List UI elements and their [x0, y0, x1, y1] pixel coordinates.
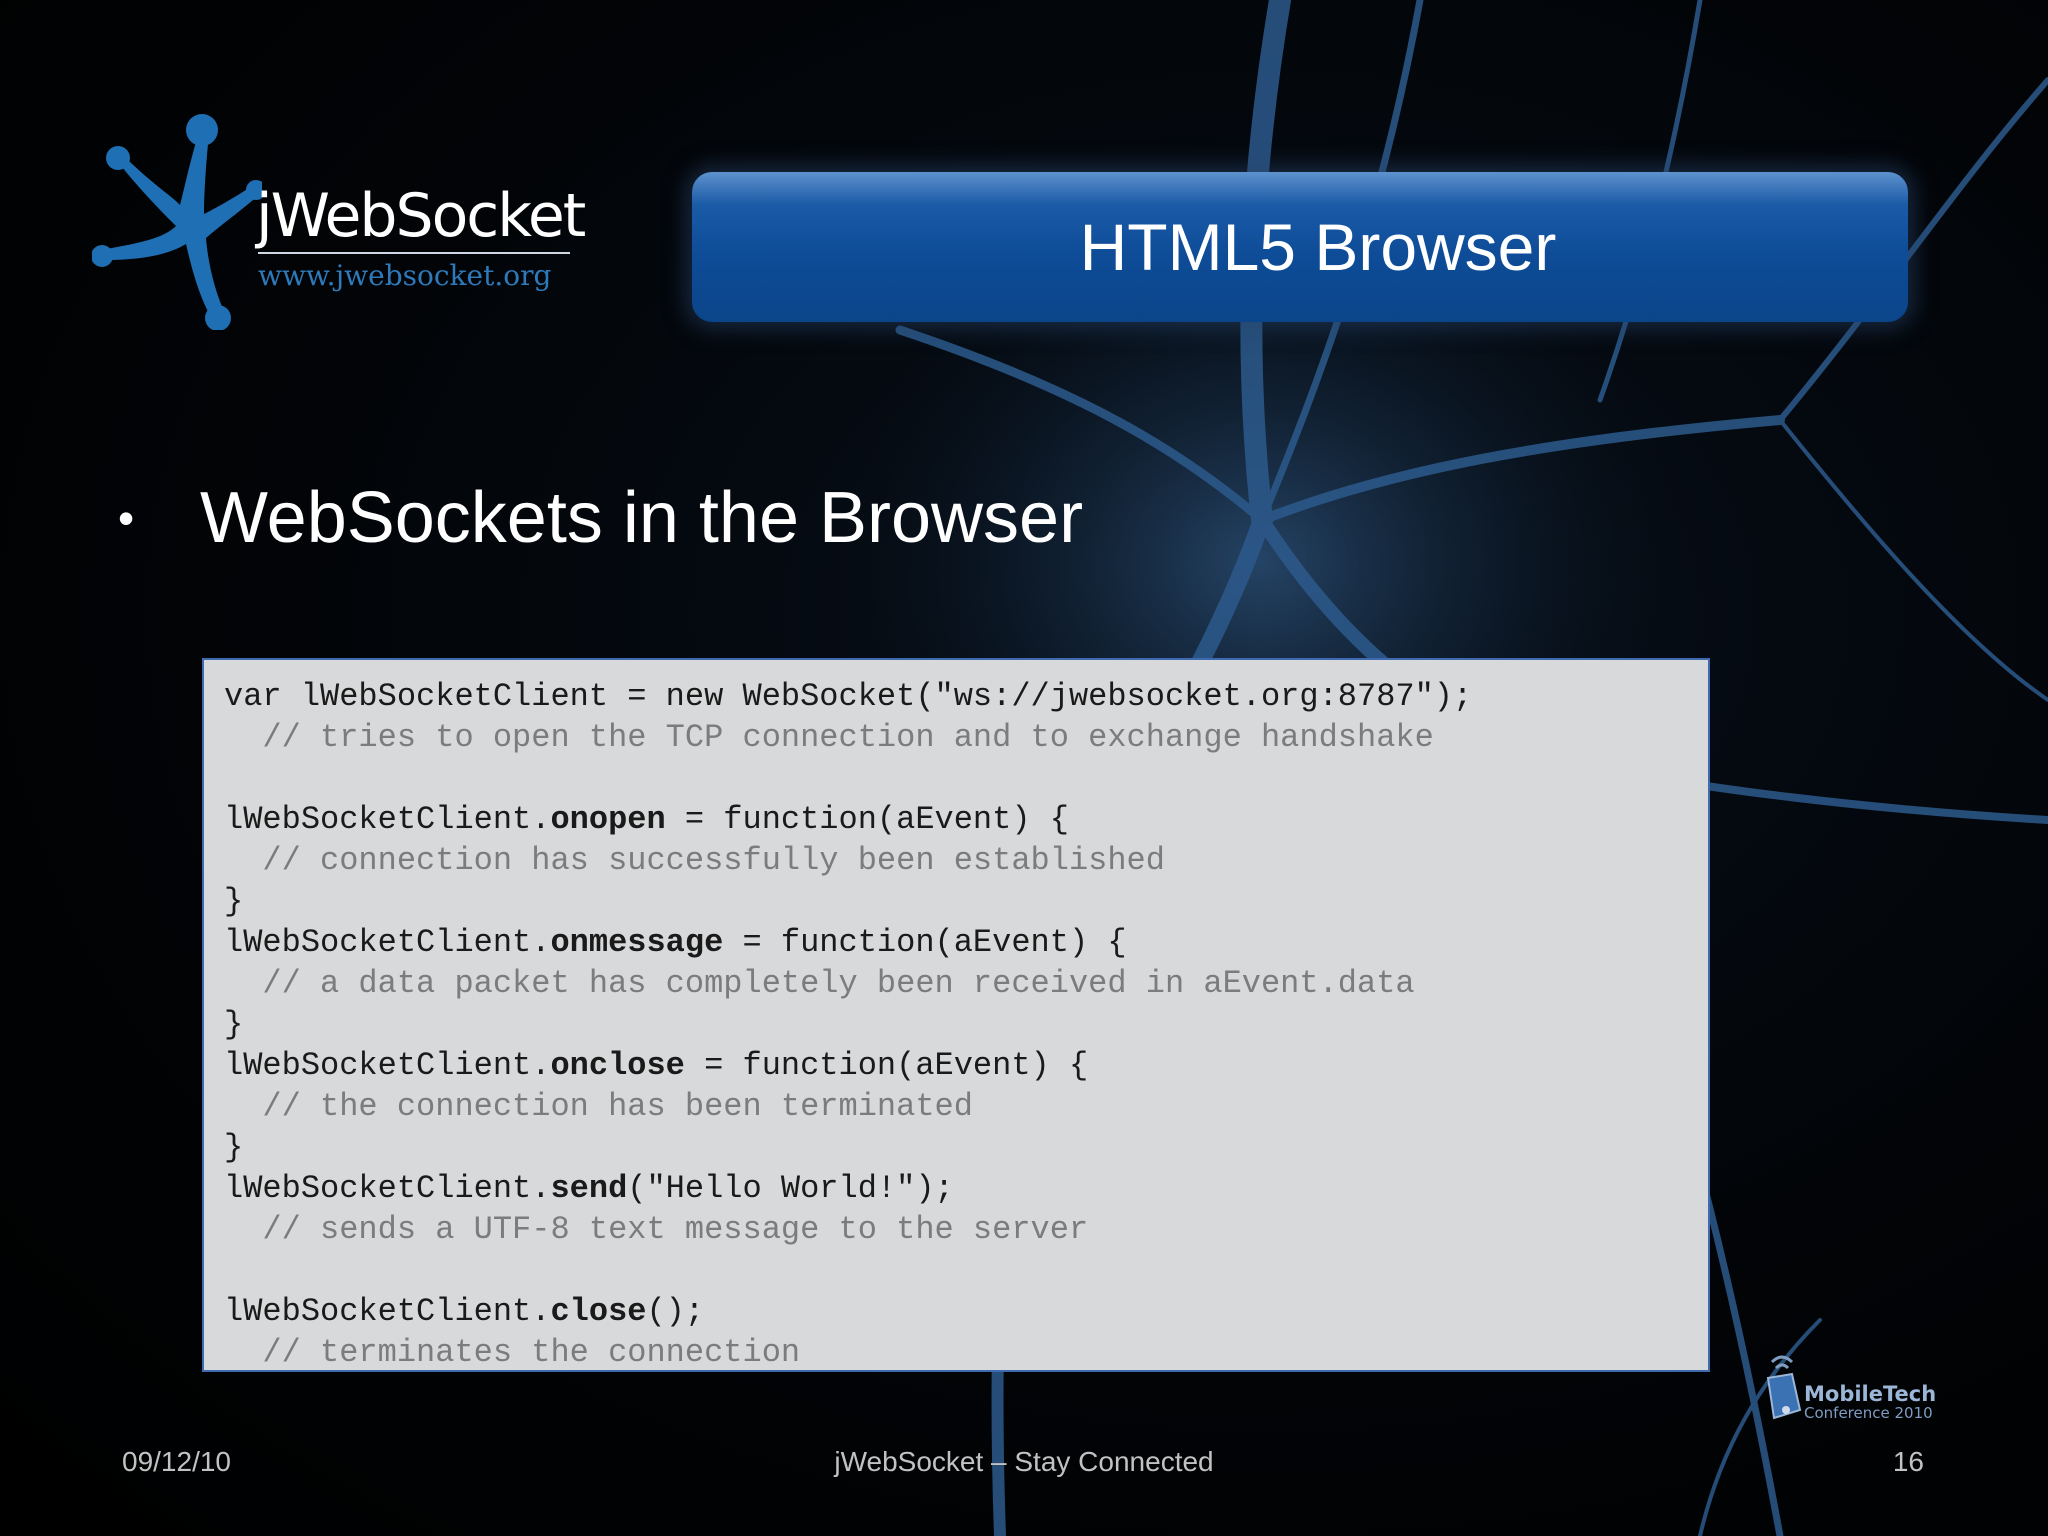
code-keyword: onmessage — [550, 924, 724, 961]
code-comment: // connection has successfully been esta… — [224, 842, 1165, 879]
code-block: var lWebSocketClient = new WebSocket("ws… — [202, 658, 1710, 1372]
slide: jWebSocket www.jwebsocket.org HTML5 Brow… — [0, 0, 2048, 1536]
code-object: lWebSocketClient. — [224, 1293, 551, 1330]
code-object: lWebSocketClient. — [224, 924, 551, 961]
code-comment: // the connection has been terminated — [224, 1088, 973, 1125]
code-line: lWebSocketClient.close(); — [224, 1291, 1708, 1332]
code-keyword: onopen — [550, 801, 666, 838]
code-line: lWebSocketClient.onclose = function(aEve… — [224, 1045, 1708, 1086]
title-bar: HTML5 Browser — [692, 172, 1908, 322]
bullet-dot-icon: • — [118, 492, 135, 544]
footer-title: jWebSocket – Stay Connected — [834, 1446, 1214, 1477]
code-line: lWebSocketClient.send("Hello World!"); — [224, 1168, 1708, 1209]
code-object: lWebSocketClient. — [224, 1170, 551, 1207]
sponsor-subtitle: Conference 2010 — [1804, 1404, 1933, 1422]
sponsor-name: MobileTech — [1804, 1382, 1937, 1406]
logo-url: www.jwebsocket.org — [258, 259, 552, 292]
code-line: lWebSocketClient.onopen = function(aEven… — [224, 799, 1708, 840]
logo-name: jWebSocket — [256, 181, 586, 251]
code-rest: = function(aEvent) { — [723, 924, 1127, 961]
logo-divider — [258, 252, 570, 254]
slide-title: HTML5 Browser — [1079, 210, 1557, 284]
mobiletech-conference-logo: MobileTech Conference 2010 — [1762, 1348, 1942, 1430]
code-comment: // tries to open the TCP connection and … — [224, 719, 1434, 756]
code-comment: // a data packet has completely been rec… — [224, 965, 1415, 1002]
code-rest: ("Hello World!"); — [627, 1170, 954, 1207]
code-line: lWebSocketClient.onmessage = function(aE… — [224, 922, 1708, 963]
code-keyword: close — [550, 1293, 647, 1330]
jwebsocket-figure-icon — [91, 114, 266, 331]
code-line: } — [224, 1006, 244, 1043]
code-rest: = function(aEvent) { — [665, 801, 1069, 838]
jwebsocket-logo: jWebSocket www.jwebsocket.org — [91, 110, 586, 331]
code-line: } — [224, 883, 244, 920]
code-keyword: send — [550, 1170, 628, 1207]
phone-wifi-icon — [1766, 1355, 1802, 1420]
code-comment: // sends a UTF-8 text message to the ser… — [224, 1211, 1089, 1248]
code-rest: = function(aEvent) { — [684, 1047, 1089, 1084]
code-object: lWebSocketClient. — [224, 1047, 551, 1084]
bullet-item: • WebSockets in the Browser — [118, 482, 1083, 554]
code-line: } — [224, 1129, 244, 1166]
bullet-text: WebSockets in the Browser — [200, 478, 1084, 558]
code-object: lWebSocketClient. — [224, 801, 551, 838]
code-comment: // terminates the connection — [224, 1334, 801, 1371]
code-line: var lWebSocketClient = new WebSocket("ws… — [224, 678, 1473, 715]
page-number: 16 — [1892, 1446, 1924, 1477]
code-keyword: onclose — [550, 1047, 685, 1084]
code-rest: (); — [646, 1293, 705, 1330]
